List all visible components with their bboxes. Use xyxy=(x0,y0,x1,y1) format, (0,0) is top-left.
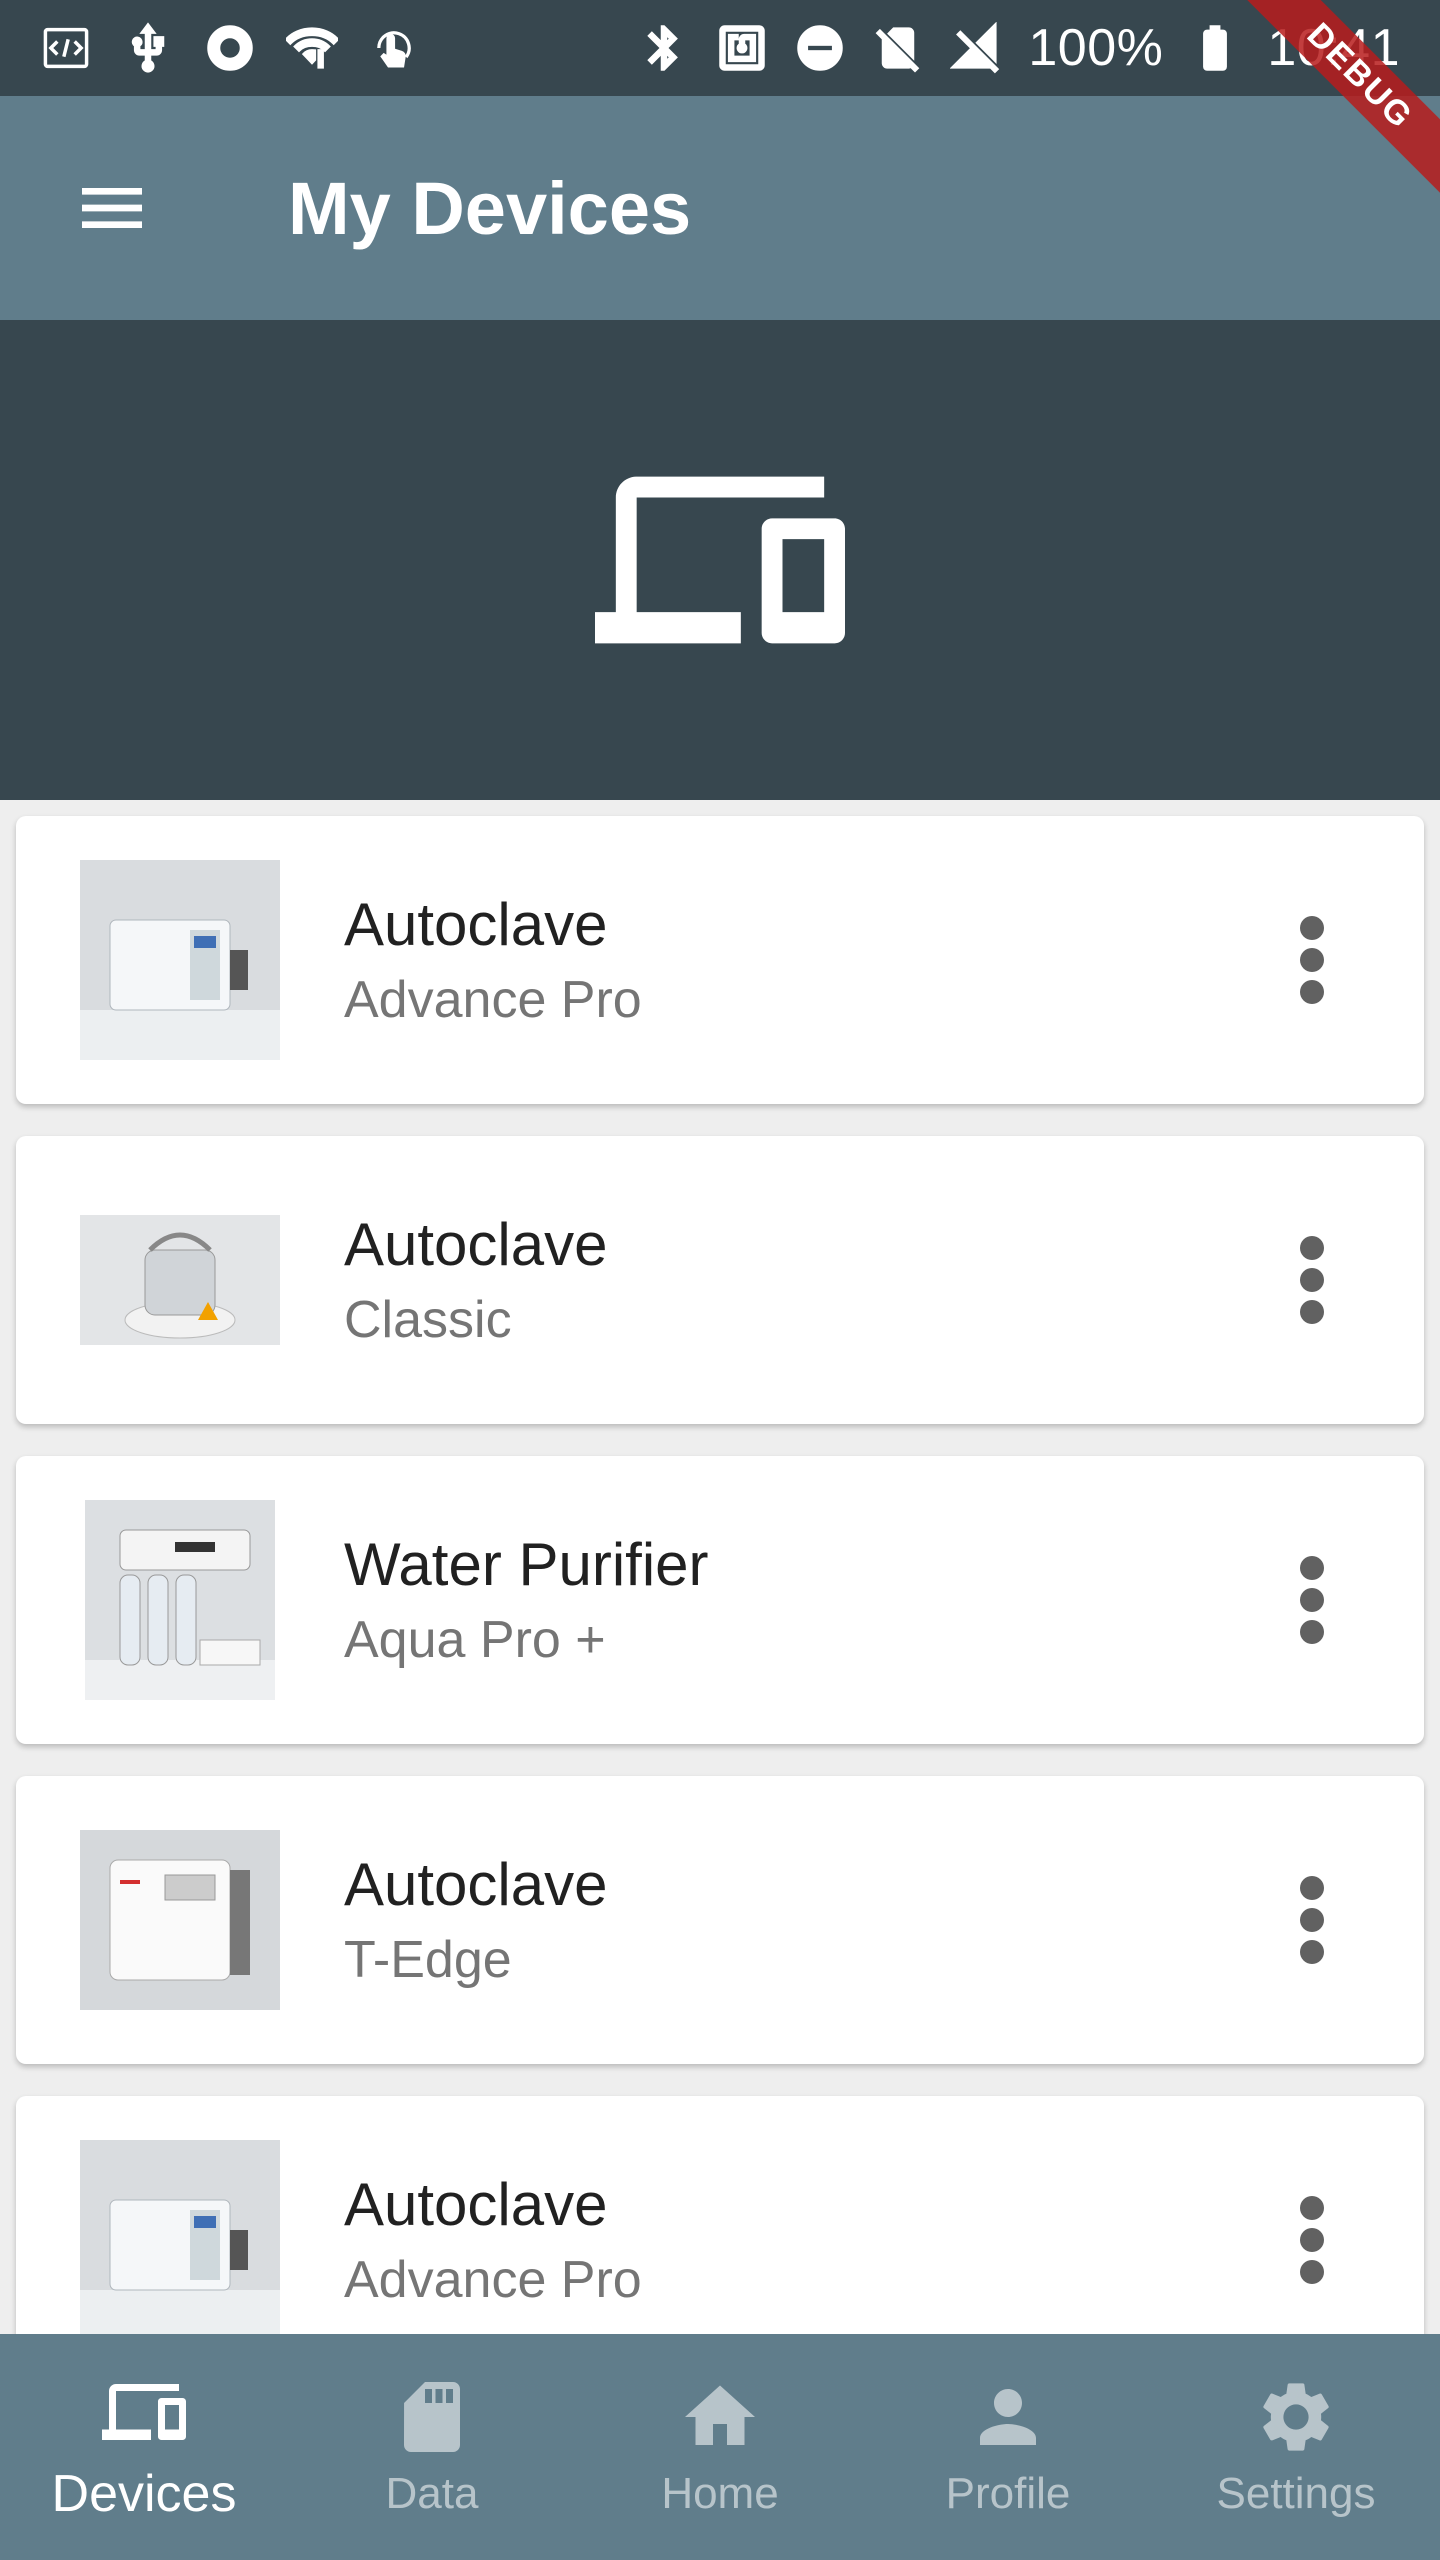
device-text: Water Purifier Aqua Pro + xyxy=(344,1525,709,1675)
home-icon xyxy=(685,2385,755,2445)
device-model: T-Edge xyxy=(344,1931,512,1989)
status-right-icons: 100% 10:41 xyxy=(638,18,1400,78)
device-model: Advance Pro xyxy=(344,2251,642,2309)
battery-icon xyxy=(1189,22,1241,74)
nav-item-settings[interactable]: Settings xyxy=(1152,2334,1440,2560)
app-bar: My Devices xyxy=(0,96,1440,320)
do-not-disturb-icon xyxy=(794,22,846,74)
code-icon xyxy=(40,22,92,74)
nfc-icon xyxy=(716,22,768,74)
device-image xyxy=(80,2140,280,2334)
person-icon xyxy=(980,2389,1036,2445)
device-card-autoclave-advance-pro[interactable]: Autoclave Advance Pro xyxy=(16,816,1424,1104)
menu-button[interactable] xyxy=(56,152,168,264)
screen: 100% 10:41 DEBUG My Devices Autoclave Ad… xyxy=(0,0,1440,2560)
nav-item-profile[interactable]: Profile xyxy=(864,2334,1152,2560)
more-options-button[interactable] xyxy=(1280,1232,1344,1328)
wifi-alert-icon xyxy=(286,22,338,74)
record-icon xyxy=(204,22,256,74)
header-banner xyxy=(0,320,1440,800)
battery-percent: 100% xyxy=(1028,19,1164,77)
device-name: Water Purifier xyxy=(344,1531,709,1598)
more-options-button[interactable] xyxy=(1280,912,1344,1008)
nav-label: Profile xyxy=(945,2469,1071,2518)
device-image xyxy=(80,1180,280,1380)
signal-off-icon xyxy=(950,22,1002,74)
nav-item-devices[interactable]: Devices xyxy=(0,2334,288,2560)
bluetooth-icon xyxy=(638,22,690,74)
nav-item-home[interactable]: Home xyxy=(576,2334,864,2560)
devices-icon xyxy=(595,476,845,644)
page-title: My Devices xyxy=(288,166,692,250)
nav-label: Settings xyxy=(1216,2469,1376,2518)
touch-icon xyxy=(368,22,420,74)
more-options-button[interactable] xyxy=(1280,1872,1344,1968)
device-model: Advance Pro xyxy=(344,971,642,1029)
device-name: Autoclave xyxy=(344,891,608,958)
nav-label: Data xyxy=(385,2469,479,2518)
nav-item-data[interactable]: Data xyxy=(288,2334,576,2560)
device-name: Autoclave xyxy=(344,2171,608,2238)
more-options-button[interactable] xyxy=(1280,1552,1344,1648)
bottom-navigation: Devices Data Home Profile Settings xyxy=(0,2334,1440,2560)
more-vert-icon xyxy=(1300,916,1324,1004)
clock: 10:41 xyxy=(1267,19,1400,77)
nav-label: Home xyxy=(661,2469,779,2518)
device-image xyxy=(80,860,280,1060)
more-vert-icon xyxy=(1300,1876,1324,1964)
device-text: Autoclave T-Edge xyxy=(344,1845,608,1995)
nav-label: Devices xyxy=(51,2465,237,2523)
usb-icon xyxy=(122,22,174,74)
more-options-button[interactable] xyxy=(1280,2192,1344,2288)
device-text: Autoclave Advance Pro xyxy=(344,885,642,1035)
status-left-icons xyxy=(40,22,420,74)
more-vert-icon xyxy=(1300,1236,1324,1324)
device-image xyxy=(80,1500,280,1700)
more-vert-icon xyxy=(1300,1556,1324,1644)
devices-icon xyxy=(102,2384,186,2440)
device-model: Aqua Pro + xyxy=(344,1611,606,1669)
device-card-autoclave-advance-pro-2[interactable]: Autoclave Advance Pro xyxy=(16,2096,1424,2334)
more-vert-icon xyxy=(1300,2196,1324,2284)
gear-icon xyxy=(1263,2383,1329,2451)
device-card-water-purifier[interactable]: Water Purifier Aqua Pro + xyxy=(16,1456,1424,1744)
no-sim-icon xyxy=(872,22,924,74)
device-text: Autoclave Classic xyxy=(344,1205,608,1355)
device-list[interactable]: Autoclave Advance Pro Autoclave Classic xyxy=(0,800,1440,2334)
device-card-autoclave-classic[interactable]: Autoclave Classic xyxy=(16,1136,1424,1424)
device-name: Autoclave xyxy=(344,1851,608,1918)
status-bar: 100% 10:41 xyxy=(0,0,1440,96)
sd-card-icon xyxy=(404,2382,460,2452)
device-image xyxy=(80,1820,280,2020)
device-model: Classic xyxy=(344,1291,512,1349)
device-card-autoclave-t-edge[interactable]: Autoclave T-Edge xyxy=(16,1776,1424,2064)
device-name: Autoclave xyxy=(344,1211,608,1278)
menu-icon xyxy=(82,188,142,228)
device-text: Autoclave Advance Pro xyxy=(344,2165,642,2315)
